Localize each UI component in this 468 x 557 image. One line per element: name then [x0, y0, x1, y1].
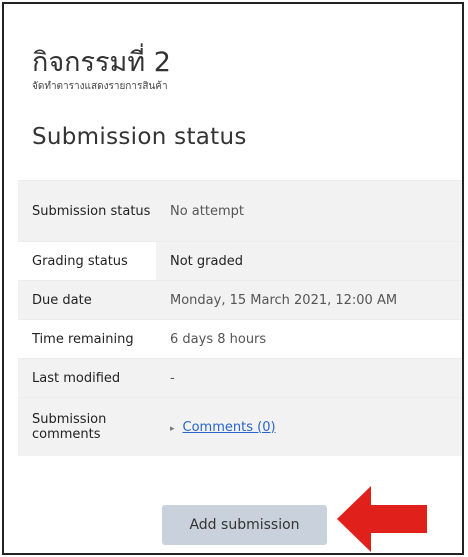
submission-status-heading: Submission status: [32, 124, 247, 150]
red-arrow-icon: [337, 486, 427, 552]
table-row: Due date Monday, 15 March 2021, 12:00 AM: [18, 280, 462, 320]
row-label-submission-status: Submission status: [18, 180, 156, 242]
row-label-due-date: Due date: [18, 280, 156, 320]
table-row: Last modified -: [18, 358, 462, 398]
row-value-due-date: Monday, 15 March 2021, 12:00 AM: [156, 280, 462, 320]
submission-status-table: Submission status No attempt Grading sta…: [18, 180, 462, 456]
row-value-submission-status: No attempt: [156, 180, 462, 242]
table-row: Grading status Not graded: [18, 241, 462, 281]
triangle-right-icon[interactable]: ▸: [170, 424, 175, 434]
page-title: กิจกรรมที่ 2: [32, 47, 171, 79]
row-value-last-modified: -: [156, 358, 462, 398]
row-value-time-remaining: 6 days 8 hours: [156, 319, 462, 359]
row-label-submission-comments: Submission comments: [18, 397, 156, 456]
table-row: Submission comments ▸ Comments (0): [18, 397, 462, 456]
table-row: Time remaining 6 days 8 hours: [18, 319, 462, 359]
row-label-last-modified: Last modified: [18, 358, 156, 398]
row-value-submission-comments: ▸ Comments (0): [156, 397, 462, 456]
row-value-grading-status: Not graded: [156, 241, 462, 281]
table-row: Submission status No attempt: [18, 180, 462, 242]
add-submission-button[interactable]: Add submission: [162, 505, 327, 545]
comments-link[interactable]: Comments (0): [183, 420, 276, 435]
row-label-grading-status: Grading status: [18, 241, 156, 281]
assignment-description: จัดทำตารางแสดงรายการสินค้า: [32, 81, 168, 92]
row-label-time-remaining: Time remaining: [18, 319, 156, 359]
